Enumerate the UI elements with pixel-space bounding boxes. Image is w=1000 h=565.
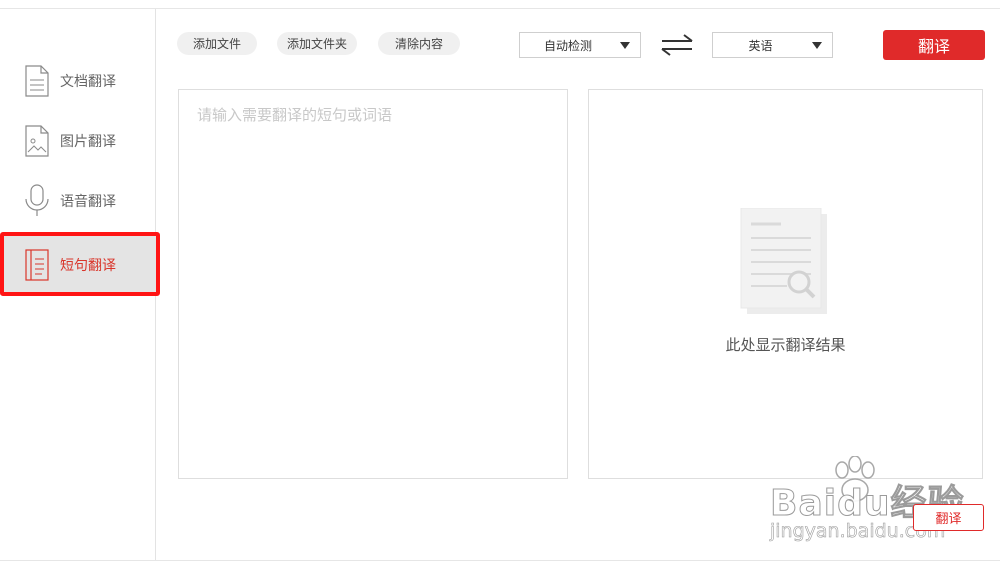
sidebar-item-label: 短句翻译: [60, 258, 116, 274]
swap-arrows-icon[interactable]: [660, 34, 694, 56]
sidebar-item-label: 语音翻译: [60, 194, 116, 210]
bottom-divider: [0, 560, 1000, 561]
image-icon: [24, 124, 50, 158]
sidebar-item-image-translate[interactable]: 图片翻译: [0, 111, 156, 171]
source-language-value: 自动检测: [543, 38, 592, 53]
source-text-panel: [178, 89, 568, 479]
document-icon: [24, 64, 50, 98]
translate-button[interactable]: 翻译: [883, 30, 985, 60]
document-search-icon: [737, 207, 833, 320]
result-panel: 此处显示翻译结果: [588, 89, 983, 479]
target-language-value: 英语: [748, 38, 773, 53]
clear-content-button[interactable]: 清除内容: [378, 32, 460, 55]
translate-button-bottom[interactable]: 翻译: [913, 504, 984, 531]
microphone-icon: [24, 184, 50, 218]
sidebar-item-label: 文档翻译: [60, 74, 116, 90]
result-placeholder-text: 此处显示翻译结果: [725, 336, 846, 354]
chevron-down-icon: [620, 41, 630, 49]
sidebar-item-voice-translate[interactable]: 语音翻译: [0, 171, 156, 231]
target-language-select[interactable]: 英语: [712, 32, 833, 58]
text-lines-icon: [24, 248, 50, 282]
sidebar-item-label: 图片翻译: [60, 134, 116, 150]
add-folder-button[interactable]: 添加文件夹: [277, 32, 357, 55]
sidebar-item-sentence-translate[interactable]: 短句翻译: [0, 235, 156, 295]
source-text-input[interactable]: [179, 90, 567, 478]
sidebar-item-document-translate[interactable]: 文档翻译: [0, 51, 156, 111]
add-file-button[interactable]: 添加文件: [177, 32, 257, 55]
chevron-down-icon: [812, 41, 822, 49]
sidebar: 文档翻译 图片翻译 语音翻译 短句翻译: [0, 9, 156, 560]
source-language-select[interactable]: 自动检测: [519, 32, 641, 58]
